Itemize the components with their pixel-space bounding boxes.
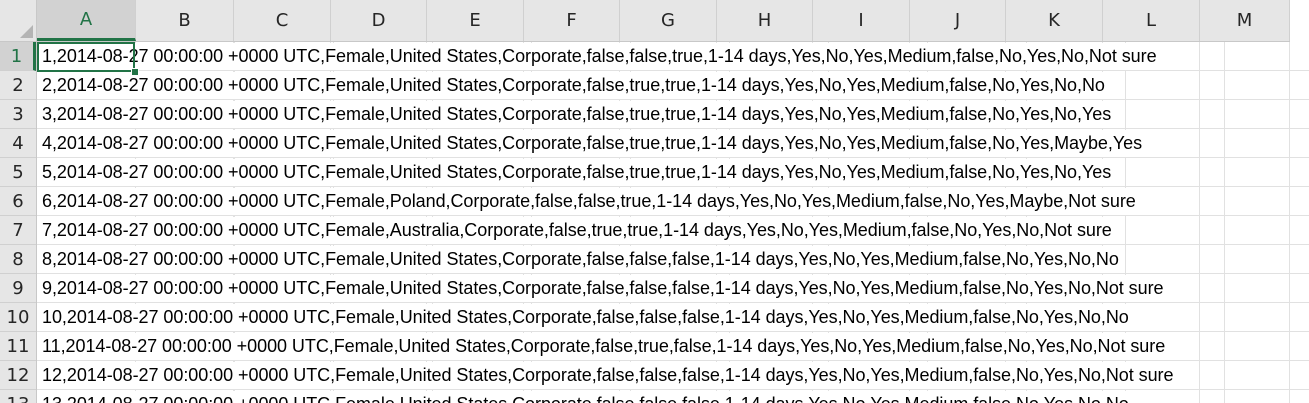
column-header-B[interactable]: B — [136, 0, 234, 41]
cell-A1-text: 1,2014-08-27 00:00:00 +0000 UTC,Female,U… — [42, 43, 1157, 70]
table-row[interactable]: 5,2014-08-27 00:00:00 +0000 UTC,Female,U… — [37, 158, 1309, 187]
select-all-corner[interactable] — [0, 0, 37, 42]
column-header-bar: ABCDEFGHIJKLM — [37, 0, 1290, 42]
table-row[interactable]: 10,2014-08-27 00:00:00 +0000 UTC,Female,… — [37, 303, 1309, 332]
table-row[interactable]: 12,2014-08-27 00:00:00 +0000 UTC,Female,… — [37, 361, 1309, 390]
row-header-4[interactable]: 4 — [0, 129, 36, 158]
column-header-H[interactable]: H — [717, 0, 813, 41]
row-header-7[interactable]: 7 — [0, 216, 36, 245]
cell-A10-text: 10,2014-08-27 00:00:00 +0000 UTC,Female,… — [42, 304, 1129, 331]
column-header-G[interactable]: G — [620, 0, 717, 41]
row-header-8[interactable]: 8 — [0, 245, 36, 274]
cell-A13-text: 13,2014-08-27 00:00:00 +0000 UTC,Female,… — [42, 391, 1129, 403]
row-header-5[interactable]: 5 — [0, 158, 36, 187]
column-header-I[interactable]: I — [813, 0, 910, 41]
row-header-bar: 12345678910111213 — [0, 42, 37, 403]
table-row[interactable]: 2,2014-08-27 00:00:00 +0000 UTC,Female,U… — [37, 71, 1309, 100]
cell-A6-text: 6,2014-08-27 00:00:00 +0000 UTC,Female,P… — [42, 188, 1136, 215]
column-header-E[interactable]: E — [427, 0, 524, 41]
table-row[interactable]: 13,2014-08-27 00:00:00 +0000 UTC,Female,… — [37, 390, 1309, 403]
cell-A3-text: 3,2014-08-27 00:00:00 +0000 UTC,Female,U… — [42, 101, 1111, 128]
table-row[interactable]: 11,2014-08-27 00:00:00 +0000 UTC,Female,… — [37, 332, 1309, 361]
row-header-6[interactable]: 6 — [0, 187, 36, 216]
table-row[interactable]: 9,2014-08-27 00:00:00 +0000 UTC,Female,U… — [37, 274, 1309, 303]
row-header-2[interactable]: 2 — [0, 71, 36, 100]
cell-A2-text: 2,2014-08-27 00:00:00 +0000 UTC,Female,U… — [42, 72, 1105, 99]
column-header-K[interactable]: K — [1006, 0, 1103, 41]
select-all-triangle-icon — [20, 25, 33, 38]
cell-A4-text: 4,2014-08-27 00:00:00 +0000 UTC,Female,U… — [42, 130, 1142, 157]
cell-A7-text: 7,2014-08-27 00:00:00 +0000 UTC,Female,A… — [42, 217, 1112, 244]
row-header-3[interactable]: 3 — [0, 100, 36, 129]
row-header-13[interactable]: 13 — [0, 390, 36, 403]
table-row[interactable]: 3,2014-08-27 00:00:00 +0000 UTC,Female,U… — [37, 100, 1309, 129]
column-header-L[interactable]: L — [1103, 0, 1200, 41]
cell-grid[interactable]: 1,2014-08-27 00:00:00 +0000 UTC,Female,U… — [37, 42, 1309, 403]
column-header-M[interactable]: M — [1200, 0, 1290, 41]
column-header-C[interactable]: C — [234, 0, 331, 41]
cell-A8-text: 8,2014-08-27 00:00:00 +0000 UTC,Female,U… — [42, 246, 1119, 273]
row-header-12[interactable]: 12 — [0, 361, 36, 390]
cell-A12-text: 12,2014-08-27 00:00:00 +0000 UTC,Female,… — [42, 362, 1174, 389]
table-row[interactable]: 6,2014-08-27 00:00:00 +0000 UTC,Female,P… — [37, 187, 1309, 216]
table-row[interactable]: 8,2014-08-27 00:00:00 +0000 UTC,Female,U… — [37, 245, 1309, 274]
table-row[interactable]: 4,2014-08-27 00:00:00 +0000 UTC,Female,U… — [37, 129, 1309, 158]
fill-handle[interactable] — [131, 68, 139, 76]
table-row[interactable]: 1,2014-08-27 00:00:00 +0000 UTC,Female,U… — [37, 42, 1309, 71]
cell-A9-text: 9,2014-08-27 00:00:00 +0000 UTC,Female,U… — [42, 275, 1164, 302]
column-header-J[interactable]: J — [910, 0, 1006, 41]
cell-A5-text: 5,2014-08-27 00:00:00 +0000 UTC,Female,U… — [42, 159, 1111, 186]
row-header-9[interactable]: 9 — [0, 274, 36, 303]
table-row[interactable]: 7,2014-08-27 00:00:00 +0000 UTC,Female,A… — [37, 216, 1309, 245]
cell-A11-text: 11,2014-08-27 00:00:00 +0000 UTC,Female,… — [42, 333, 1165, 360]
column-header-F[interactable]: F — [524, 0, 620, 41]
column-header-A[interactable]: A — [37, 0, 136, 41]
row-header-11[interactable]: 11 — [0, 332, 36, 361]
spreadsheet: ABCDEFGHIJKLM 12345678910111213 1,2014-0… — [0, 0, 1309, 403]
row-header-10[interactable]: 10 — [0, 303, 36, 332]
column-header-D[interactable]: D — [331, 0, 427, 41]
row-header-1[interactable]: 1 — [0, 42, 36, 71]
